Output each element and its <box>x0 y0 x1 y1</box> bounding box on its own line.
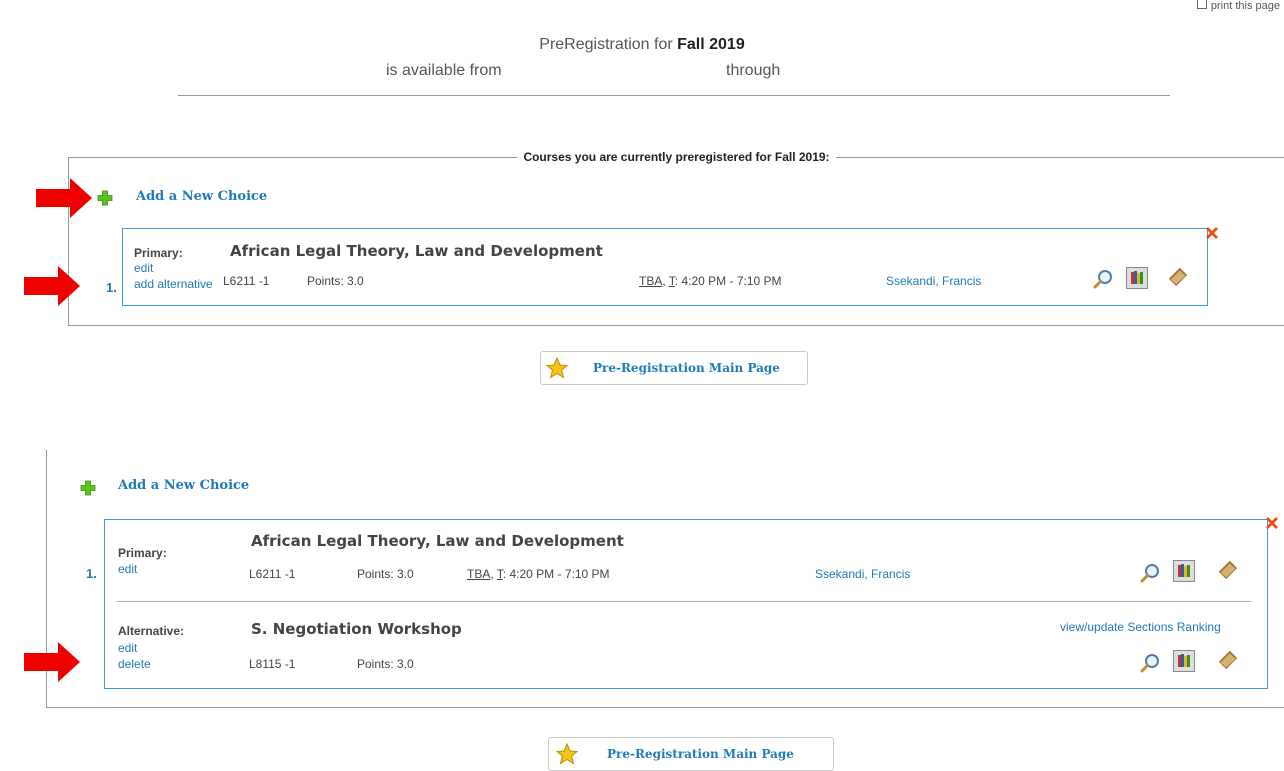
main-page-button-label: Pre-Registration Main Page <box>593 361 780 375</box>
remove-x-icon[interactable] <box>1264 515 1280 531</box>
alternative-course-title: S. Negotiation Workshop <box>251 620 462 638</box>
add-new-choice-link[interactable]: Add a New Choice <box>118 478 249 493</box>
main-page-button[interactable]: Pre-Registration Main Page <box>548 737 834 771</box>
alternative-delete-link[interactable]: delete <box>118 657 151 671</box>
course-points: Points: 3.0 <box>307 274 364 288</box>
course-schedule: TBA, T: 4:20 PM - 7:10 PM <box>639 274 782 288</box>
primary-label: Primary: <box>134 246 183 260</box>
sections-ranking-link[interactable]: view/update Sections Ranking <box>1060 620 1221 634</box>
red-arrow-annotation <box>24 266 80 306</box>
magnifier-icon[interactable] <box>1092 268 1114 290</box>
alternative-course-points: Points: 3.0 <box>357 657 414 671</box>
primary-label: Primary: <box>118 546 167 560</box>
current-courses-legend: Courses you are currently preregistered … <box>523 150 830 164</box>
alternative-edit-link[interactable]: edit <box>118 641 137 655</box>
header-divider <box>178 95 1170 96</box>
course-choice-card: 1. Primary: African Legal Theory, Law an… <box>86 519 1268 689</box>
course-schedule: TBA, T: 4:20 PM - 7:10 PM <box>467 567 610 581</box>
book-icon[interactable] <box>1167 265 1189 287</box>
print-page-link[interactable]: print this page <box>1196 0 1280 12</box>
course-choice-card: 1. Primary: African Legal Theory, Law an… <box>106 228 1208 306</box>
add-plus-icon[interactable] <box>97 190 113 206</box>
add-plus-icon[interactable] <box>80 480 96 496</box>
schedule-tba-link[interactable]: TBA <box>467 567 490 581</box>
course-points: Points: 3.0 <box>357 567 414 581</box>
edit-link[interactable]: edit <box>118 562 137 576</box>
instructor-link[interactable]: Ssekandi, Francis <box>886 274 981 288</box>
edit-link[interactable]: edit <box>134 261 153 275</box>
term-name: Fall 2019 <box>677 36 745 53</box>
red-arrow-annotation <box>36 178 92 218</box>
schedule-tba-link[interactable]: TBA <box>639 274 662 288</box>
course-title: African Legal Theory, Law and Developmen… <box>251 532 624 550</box>
book-icon[interactable] <box>1217 558 1239 580</box>
add-alternative-link[interactable]: add alternative <box>134 277 213 291</box>
alternative-label: Alternative: <box>118 624 185 638</box>
main-page-button-label: Pre-Registration Main Page <box>607 747 794 761</box>
star-icon <box>545 356 569 379</box>
magnifier-icon[interactable] <box>1139 652 1161 674</box>
available-from-text: is available from <box>386 62 502 79</box>
book-icon[interactable] <box>1217 648 1239 670</box>
through-text: through <box>726 62 781 79</box>
course-title: African Legal Theory, Law and Developmen… <box>230 242 603 260</box>
course-code: L6211 -1 <box>223 274 270 288</box>
print-icon <box>1196 0 1207 9</box>
books-icon[interactable] <box>1173 560 1195 582</box>
prereg-heading: PreRegistration for Fall 2019 <box>539 36 745 53</box>
print-label: print this page <box>1210 0 1280 12</box>
star-icon <box>555 742 579 765</box>
remove-x-icon[interactable] <box>1204 225 1220 241</box>
main-page-button[interactable]: Pre-Registration Main Page <box>540 351 808 385</box>
books-icon[interactable] <box>1126 267 1148 289</box>
alternative-course-code: L8115 -1 <box>249 657 296 671</box>
choice-divider <box>117 601 1251 602</box>
instructor-link[interactable]: Ssekandi, Francis <box>815 567 910 581</box>
red-arrow-annotation <box>24 642 80 682</box>
choice-number: 1. <box>86 566 97 581</box>
choice-number: 1. <box>106 280 117 295</box>
magnifier-icon[interactable] <box>1139 562 1161 584</box>
books-icon[interactable] <box>1173 650 1195 672</box>
add-new-choice-link[interactable]: Add a New Choice <box>136 189 267 204</box>
course-code: L6211 -1 <box>249 567 296 581</box>
